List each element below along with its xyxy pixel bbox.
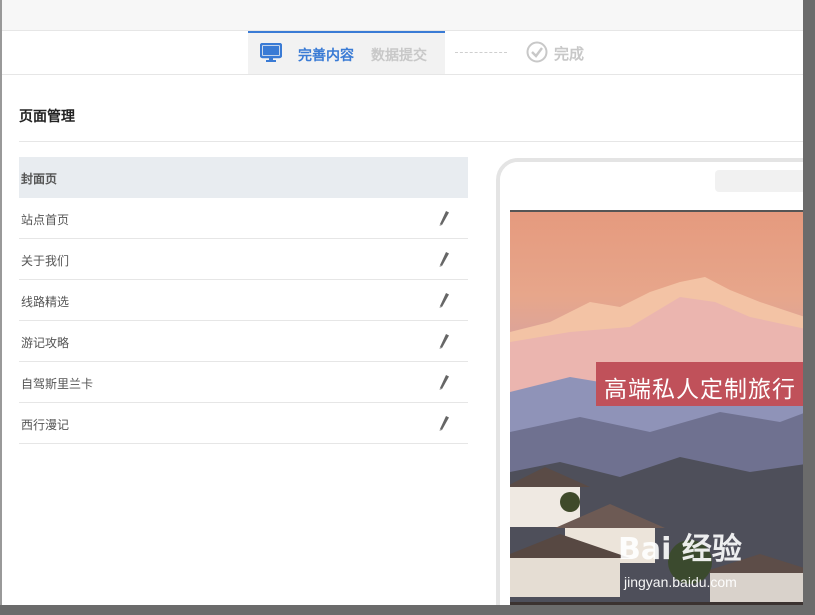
cover-banner: 高端私人定制旅行 bbox=[596, 362, 815, 406]
phone-speaker bbox=[715, 170, 815, 192]
page-item-home[interactable]: 站点首页 bbox=[19, 198, 468, 239]
step-progress: 完善内容 数据提交 完成 bbox=[2, 31, 803, 75]
banner-text: 高端私人定制旅行 bbox=[604, 377, 796, 403]
page-item-label: 站点首页 bbox=[21, 213, 70, 227]
pencil-icon[interactable] bbox=[437, 210, 451, 226]
page-item-cover[interactable]: 封面页 bbox=[19, 157, 468, 198]
pencil-icon[interactable] bbox=[437, 333, 451, 349]
page-item-routes[interactable]: 线路精选 bbox=[19, 280, 468, 321]
step-complete-content[interactable]: 完善内容 数据提交 bbox=[248, 31, 445, 74]
monitor-icon bbox=[260, 43, 282, 62]
top-bar bbox=[2, 0, 803, 31]
watermark-url: jingyan.baidu.com bbox=[624, 574, 737, 590]
pencil-icon[interactable] bbox=[437, 292, 451, 308]
page-item-label: 西行漫记 bbox=[21, 418, 70, 432]
page-list: 封面页 站点首页 关于我们 线路精选 游记攻略 自驾斯里兰卡 西行漫记 bbox=[19, 157, 468, 444]
page-item-label: 封面页 bbox=[21, 172, 58, 186]
step-divider bbox=[455, 52, 507, 53]
pencil-icon[interactable] bbox=[437, 251, 451, 267]
page-item-label: 线路精选 bbox=[21, 295, 70, 309]
window-frame-left bbox=[0, 0, 2, 615]
step-label-submit-data: 数据提交 bbox=[371, 47, 427, 63]
step-label-complete-content: 完善内容 bbox=[298, 47, 354, 63]
phone-top-bezel bbox=[500, 162, 815, 210]
step-label-done: 完成 bbox=[554, 46, 585, 63]
page-item-srilanka[interactable]: 自驾斯里兰卡 bbox=[19, 362, 468, 403]
baidu-jingyan-watermark: Bai 经验 jingyan.baidu.com bbox=[618, 524, 788, 600]
page-item-about[interactable]: 关于我们 bbox=[19, 239, 468, 280]
page-item-label: 游记攻略 bbox=[21, 336, 70, 350]
page-item-label: 关于我们 bbox=[21, 254, 70, 268]
check-circle-icon bbox=[526, 41, 548, 63]
page-title: 页面管理 bbox=[19, 108, 75, 124]
pencil-icon[interactable] bbox=[437, 374, 451, 390]
window-frame-bottom bbox=[0, 605, 815, 615]
window-frame-right bbox=[803, 0, 815, 615]
title-divider bbox=[19, 141, 803, 142]
page-item-travel-notes[interactable]: 游记攻略 bbox=[19, 321, 468, 362]
page-item-west-journey[interactable]: 西行漫记 bbox=[19, 403, 468, 444]
page-item-label: 自驾斯里兰卡 bbox=[21, 377, 94, 391]
watermark-logo: Bai 经验 bbox=[618, 532, 742, 567]
pencil-icon[interactable] bbox=[437, 415, 451, 431]
